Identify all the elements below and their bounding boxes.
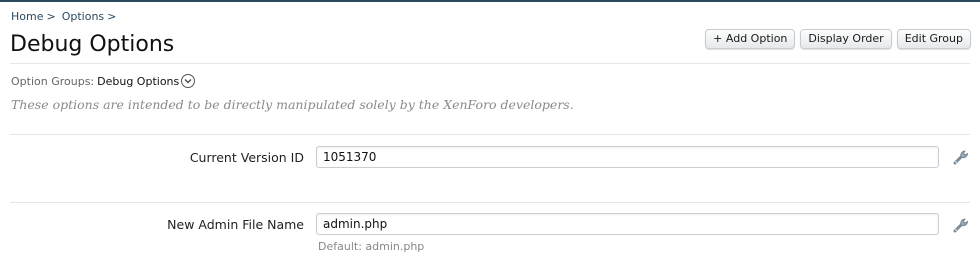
group-description: These options are intended to be directl… [11,97,574,112]
page-title: Debug Options [10,32,175,57]
option-group-label: Option Groups: [11,74,95,88]
wrench-icon[interactable] [952,216,970,234]
option-group-value[interactable]: Debug Options [97,75,179,88]
new-admin-file-name-input[interactable] [316,213,939,235]
divider [10,134,970,135]
breadcrumb-home[interactable]: Home [11,10,43,23]
add-option-button[interactable]: + Add Option [705,29,796,49]
option-group-selector: Option Groups: Debug Options [11,74,196,88]
chevron-down-icon[interactable] [181,74,196,88]
divider [10,63,970,64]
display-order-button[interactable]: Display Order [800,29,892,49]
current-version-id-label: Current Version ID [189,150,304,165]
breadcrumb-separator: > [46,10,56,23]
edit-group-button[interactable]: Edit Group [896,29,971,49]
new-admin-file-name-label: New Admin File Name [167,217,304,232]
breadcrumb: Home > Options > [11,10,122,23]
top-controls: + Add Option Display Order Edit Group [705,29,971,49]
divider [10,202,970,203]
wrench-icon[interactable] [952,148,970,166]
top-accent-bar [0,0,980,2]
breadcrumb-separator: > [107,10,117,23]
breadcrumb-options[interactable]: Options [62,10,104,23]
default-value-hint: Default: admin.php [318,240,425,253]
current-version-id-input[interactable] [316,146,939,168]
